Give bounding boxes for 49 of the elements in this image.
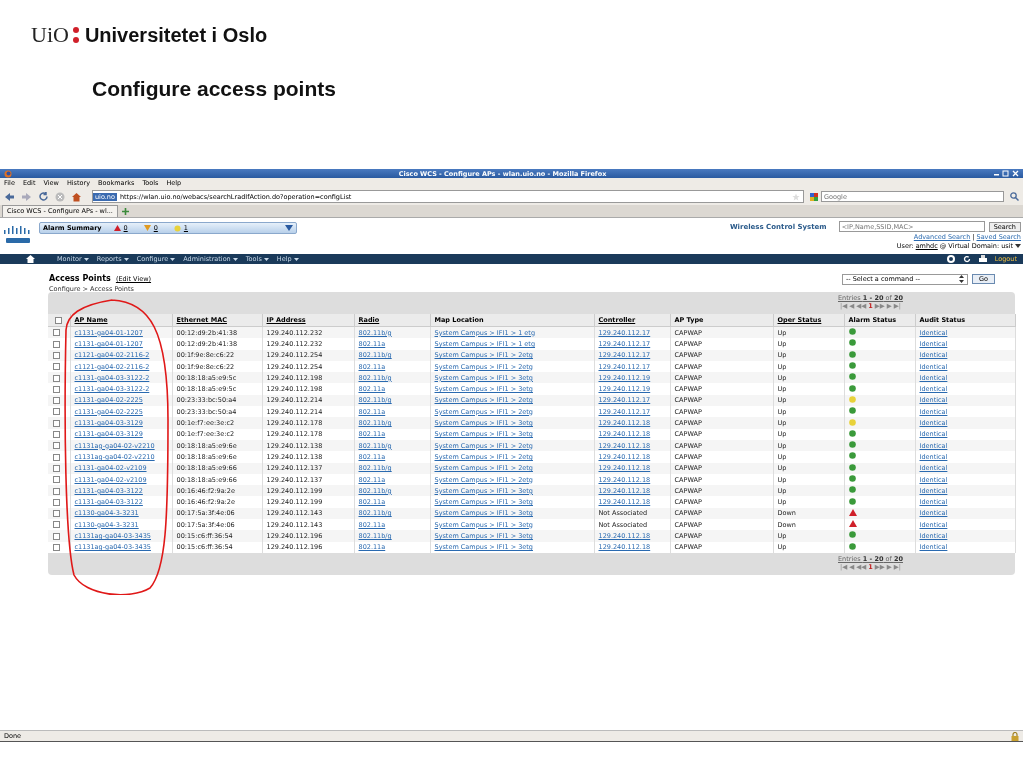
- caret-icon: [83, 257, 89, 261]
- row-checkbox[interactable]: [53, 487, 60, 495]
- logo-text: Universitetet i Oslo: [84, 23, 268, 47]
- row-checkbox[interactable]: [53, 544, 60, 551]
- plus-icon[interactable]: [121, 207, 129, 215]
- page-title: Access Points: [49, 274, 111, 283]
- printer-icon[interactable]: [978, 255, 987, 263]
- window-controls-icon[interactable]: [993, 170, 1019, 177]
- row-checkbox[interactable]: [53, 442, 60, 450]
- row-checkbox[interactable]: [53, 476, 60, 484]
- caret-icon: [123, 257, 129, 261]
- row-checkbox[interactable]: [53, 464, 60, 472]
- up-down-arrows-icon: [959, 275, 964, 283]
- dropdown-icon[interactable]: [285, 225, 293, 231]
- caret-icon: [170, 257, 176, 261]
- caret-icon: [232, 257, 238, 261]
- google-icon: [810, 192, 818, 201]
- lock-icon: [1011, 731, 1019, 741]
- row-checkbox[interactable]: [53, 340, 60, 348]
- caret-icon[interactable]: [1015, 244, 1021, 248]
- row-checkbox[interactable]: [53, 363, 60, 371]
- row-checkbox[interactable]: [53, 397, 60, 405]
- row-checkbox[interactable]: [53, 329, 60, 337]
- row-checkbox[interactable]: [53, 419, 60, 427]
- back-icon[interactable]: [4, 191, 15, 202]
- stop-icon[interactable]: [55, 191, 65, 202]
- row-checkbox[interactable]: [53, 431, 60, 439]
- refresh-icon[interactable]: [962, 255, 971, 263]
- star-icon[interactable]: [792, 192, 800, 201]
- row-checkbox[interactable]: [53, 374, 60, 382]
- slide-title: Configure access points: [92, 77, 337, 102]
- logo-text: UiO: [31, 22, 69, 48]
- browser-icon: [4, 169, 12, 178]
- home-icon[interactable]: [26, 255, 35, 263]
- row-checkbox[interactable]: [53, 498, 60, 506]
- row-checkbox[interactable]: [53, 521, 60, 529]
- row-checkbox[interactable]: [53, 453, 60, 461]
- row-checkbox[interactable]: [53, 385, 60, 393]
- row-checkbox[interactable]: [53, 351, 60, 359]
- caret-icon: [293, 257, 299, 261]
- row-checkbox[interactable]: [53, 408, 60, 416]
- caret-icon: [263, 257, 269, 261]
- search-icon[interactable]: [1010, 192, 1019, 201]
- row-checkbox[interactable]: [53, 510, 60, 518]
- row-checkbox[interactable]: [53, 532, 60, 540]
- select-all-checkbox[interactable]: [55, 316, 62, 324]
- cisco-logo-icon: [3, 225, 33, 245]
- dots-icon: [71, 26, 80, 44]
- forward-icon[interactable]: [21, 191, 32, 202]
